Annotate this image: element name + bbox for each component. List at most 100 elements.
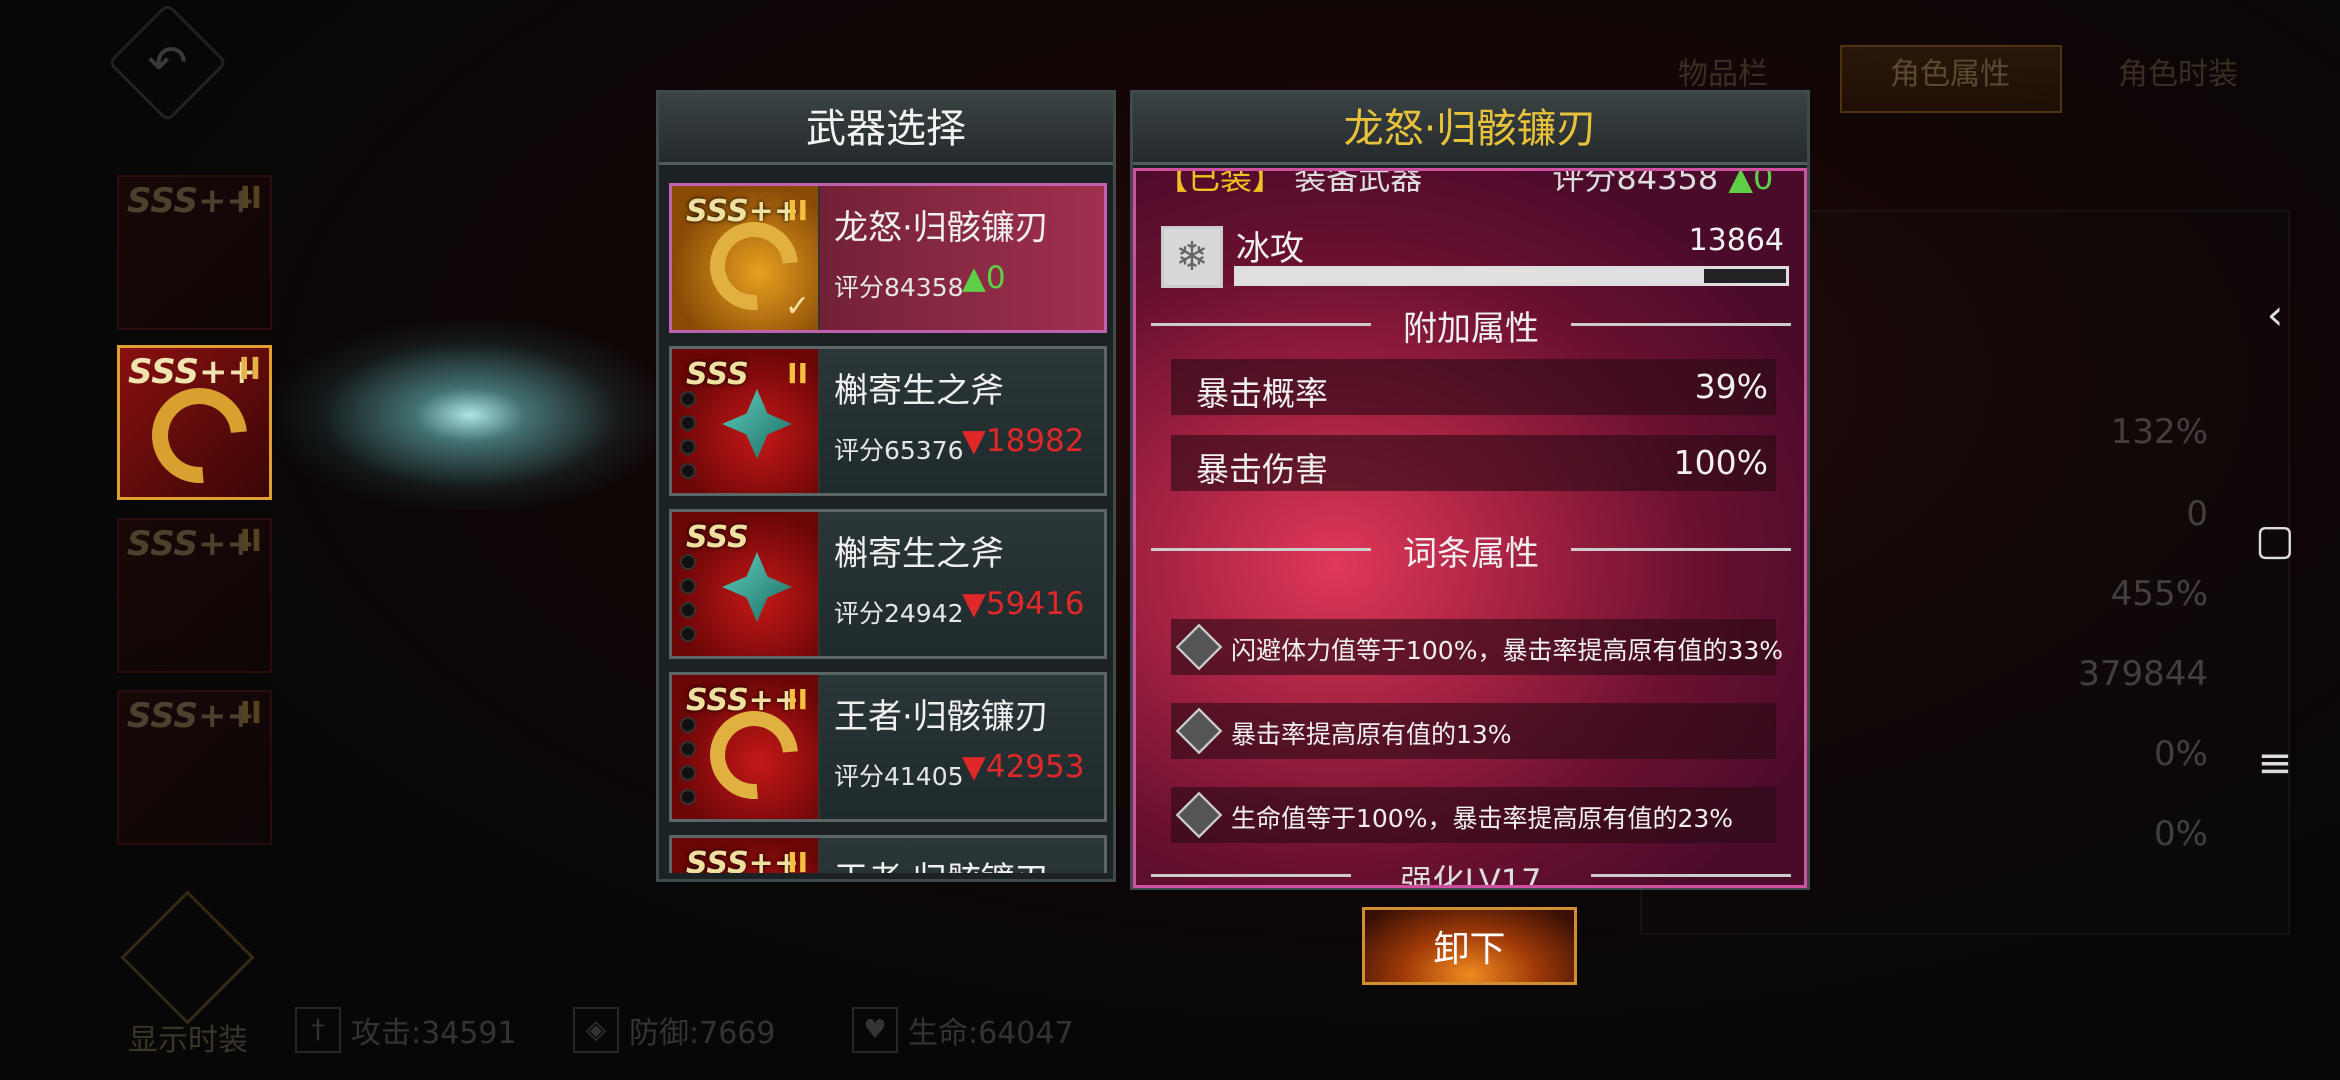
affix-text: 暴击率提高原有值的13% xyxy=(1231,720,1512,749)
equip-slot-weapon[interactable]: SSS++ II xyxy=(117,345,272,503)
slot-tier: SSS++ xyxy=(127,524,256,564)
score-delta: ▲0 xyxy=(962,260,1006,296)
selection-beam-effect xyxy=(275,320,665,510)
weapon-item[interactable]: SSS II 槲寄生之斧 评分65376 ▼18982 xyxy=(669,346,1107,496)
weapon-rank: II xyxy=(787,357,808,390)
weapon-detail-title: 龙怒·归骸镰刃 xyxy=(1133,93,1807,165)
square-icon[interactable]: ▢ xyxy=(2255,515,2295,564)
show-fashion-eye-icon[interactable] xyxy=(120,890,255,1025)
weapon-thumbnail: SSS++ II ✓ xyxy=(672,186,820,330)
stat-value: 379844 xyxy=(2078,654,2208,694)
stat-value: 455% xyxy=(2110,574,2208,614)
weapon-tier: SSS++ xyxy=(686,846,799,873)
unequip-button[interactable]: 卸下 xyxy=(1362,907,1577,985)
affix-text: 生命值等于100%，暴击率提高原有值的23% xyxy=(1231,804,1734,833)
slot-tier: SSS++ xyxy=(128,352,257,392)
slot-tier: SSS++ xyxy=(127,696,256,736)
attribute-value: 100% xyxy=(1673,443,1768,482)
sword-icon: † xyxy=(295,1007,341,1053)
stat-value: 0 xyxy=(2186,494,2208,534)
weapon-tier: SSS xyxy=(686,520,749,555)
weapon-name: 王者·归骸镰刃 xyxy=(834,697,1049,737)
stat-value: 0% xyxy=(2154,734,2208,774)
weapon-thumbnail: SSS II xyxy=(672,349,820,493)
weapon-item[interactable]: SSS++ II 王者·归骸镰刃 评分41405 ▼42953 xyxy=(669,672,1107,822)
weapon-thumbnail: SSS xyxy=(672,512,820,656)
stat-value: 132% xyxy=(2110,412,2208,452)
weapon-select-panel: 武器选择 SSS++ II ✓ 龙怒·归骸镰刃 评分84358 ▲0 SSS I… xyxy=(656,90,1116,882)
slot-rank: II xyxy=(239,181,262,216)
show-fashion-label: 显示时装 xyxy=(128,1023,248,1058)
weapon-item-selected[interactable]: SSS++ II ✓ 龙怒·归骸镰刃 评分84358 ▲0 xyxy=(669,183,1107,333)
equipped-tag: 【已装】 xyxy=(1156,168,1285,197)
weapon-rank: II xyxy=(787,194,808,227)
weapon-name: 槲寄生之斧 xyxy=(834,534,1004,574)
affix-row: 生命值等于100%，暴击率提高原有值的23% xyxy=(1171,787,1776,843)
weapon-name: 王者·归骸镰刃 xyxy=(834,852,1049,873)
equip-slot-armor[interactable]: SSS++ II xyxy=(117,175,272,330)
weapon-rank: II xyxy=(787,846,808,873)
defense-stat: ◈ 防御:7669 xyxy=(573,1005,775,1055)
socket-icons xyxy=(680,391,700,487)
score-delta: ▼59416 xyxy=(962,586,1085,622)
attack-value: 攻击:34591 xyxy=(351,1016,517,1051)
hp-stat: ♥ 生命:64047 xyxy=(852,1005,1074,1055)
attribute-row: 暴击伤害 100% xyxy=(1171,435,1776,491)
socket-icons xyxy=(680,554,700,650)
slot-rank: II xyxy=(238,352,261,387)
socket-icons xyxy=(680,717,700,813)
defense-value: 防御:7669 xyxy=(629,1016,776,1051)
check-icon: ✓ xyxy=(784,289,810,324)
equip-slot-ring[interactable]: SSS++ II xyxy=(117,690,272,845)
affix-gem-icon xyxy=(1175,707,1223,755)
affix-text: 闪避体力值等于100%，暴击率提高原有值的33% xyxy=(1231,636,1784,665)
affix-row: 闪避体力值等于100%，暴击率提高原有值的33% xyxy=(1171,619,1783,675)
affix-gem-icon xyxy=(1175,791,1223,839)
weapon-score: 评分41405 xyxy=(834,762,964,791)
weapon-detail-body[interactable]: 【已装】 装备武器 评分84358 ▲0 ❄ 冰攻 13864 附加属性 暴击概… xyxy=(1133,168,1807,888)
equipped-delta-value: 0 xyxy=(1752,168,1774,197)
weapon-score: 评分65376 xyxy=(834,436,964,465)
weapon-list[interactable]: SSS++ II ✓ 龙怒·归骸镰刃 评分84358 ▲0 SSS II 槲寄生… xyxy=(669,183,1109,873)
game-screen: ↶ SSS++ II SSS++ II SSS++ II 物品栏 角色属性 角色… xyxy=(0,0,2340,1080)
attribute-name: 暴击概率 xyxy=(1196,374,1328,413)
weapon-item[interactable]: SSS 槲寄生之斧 评分24942 ▼59416 xyxy=(669,509,1107,659)
affix-attributes-header: 词条属性 xyxy=(1151,526,1791,574)
weapon-score: 评分24942 xyxy=(834,599,964,628)
tab-character-attributes[interactable]: 角色属性 xyxy=(1890,40,2010,110)
attribute-value: 39% xyxy=(1694,367,1768,406)
affix-gem-icon xyxy=(1175,623,1223,671)
back-arrow-icon: ↶ xyxy=(147,34,188,91)
weapon-thumbnail: SSS++ II xyxy=(672,838,820,873)
weapon-item[interactable]: SSS++ II 王者·归骸镰刃 xyxy=(669,835,1107,873)
score-delta: ▼42953 xyxy=(962,749,1085,785)
ice-attack-value: 13864 xyxy=(1688,223,1784,258)
score-delta: ▼18982 xyxy=(962,423,1085,459)
score-delta-value: 0 xyxy=(985,260,1006,296)
chevron-left-icon[interactable]: ‹ xyxy=(2255,290,2295,339)
equipped-row: 【已装】 装备武器 评分84358 ▲0 xyxy=(1156,171,1796,197)
score-delta-value: 18982 xyxy=(985,423,1085,459)
heart-icon: ♥ xyxy=(852,1007,898,1053)
tab-character-fashion[interactable]: 角色时装 xyxy=(2118,40,2238,110)
weapon-name: 龙怒·归骸镰刃 xyxy=(834,208,1049,248)
weapon-rank: II xyxy=(787,683,808,716)
hp-value: 生命:64047 xyxy=(908,1016,1074,1051)
weapon-score: 评分84358 xyxy=(834,273,964,302)
stat-value: 0% xyxy=(2154,814,2208,854)
equipped-delta: ▲0 xyxy=(1728,168,1774,197)
hamburger-icon[interactable]: ≡ xyxy=(2255,738,2295,787)
affix-row: 暴击率提高原有值的13% xyxy=(1171,703,1776,759)
slot-rank: II xyxy=(239,696,262,731)
ice-attack-bar xyxy=(1234,266,1789,286)
attribute-name: 暴击伤害 xyxy=(1196,450,1328,489)
ice-attack-bar-fill xyxy=(1237,269,1704,283)
snowflake-icon: ❄ xyxy=(1161,226,1223,288)
extra-attributes-header: 附加属性 xyxy=(1151,301,1791,349)
attribute-row: 暴击概率 39% xyxy=(1171,359,1776,415)
back-button[interactable]: ↶ xyxy=(107,2,228,123)
equipped-text: 装备武器 xyxy=(1294,168,1423,197)
equip-slot-helmet[interactable]: SSS++ II xyxy=(117,518,272,673)
weapon-detail-panel: 龙怒·归骸镰刃 【已装】 装备武器 评分84358 ▲0 ❄ 冰攻 13864 … xyxy=(1130,90,1810,890)
ice-attack-label: 冰攻 xyxy=(1236,229,1304,269)
